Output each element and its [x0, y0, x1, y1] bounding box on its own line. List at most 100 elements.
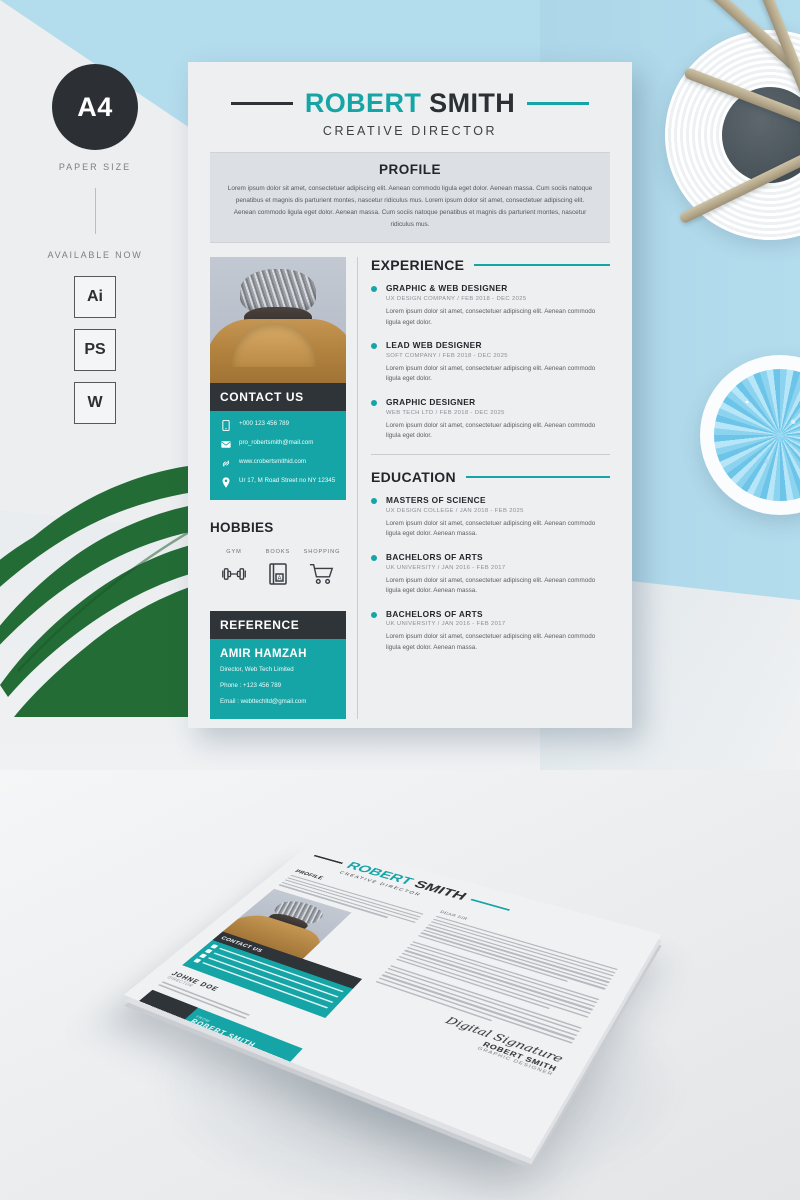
column-divider	[357, 257, 358, 719]
resume-page: ROBERT SMITH CREATIVE DIRECTOR PROFILE L…	[188, 62, 632, 728]
contact-row-website: www.crobertsmithid.com	[220, 458, 336, 469]
experience-item-title: GRAPHIC DESIGNER	[386, 397, 476, 408]
book-icon: A	[269, 563, 287, 586]
bullet-icon	[371, 611, 377, 618]
mail-icon	[204, 948, 214, 954]
contact-address: Ur 17, M Road Street no NY 12345	[239, 477, 336, 485]
experience-item-meta: SOFT COMPANY / FEB 2018 - DEC 2025	[386, 352, 508, 359]
contact-website: www.crobertsmithid.com	[239, 458, 307, 466]
bullet-icon	[371, 343, 377, 350]
experience-item: GRAPHIC DESIGNER WEB TECH LTD / FEB 2018…	[371, 397, 610, 442]
bullet-icon	[371, 286, 377, 293]
education-item-desc: Lorem ipsum dolor sit amet, consectetuer…	[386, 519, 596, 538]
experience-item-meta: WEB TECH LTD / FEB 2018 - DEC 2025	[386, 409, 505, 416]
contact-row-address: Ur 17, M Road Street no NY 12345	[220, 477, 336, 489]
leaf-icon	[0, 463, 220, 717]
header-rule-right	[527, 102, 590, 105]
last-name: SMITH	[429, 88, 516, 118]
software-badge-illustrator: Ai	[74, 276, 116, 318]
education-item: BACHELORS OF ARTS UK UNIVERSITY / JAN 20…	[371, 609, 610, 654]
top-scene: A4 PAPER SIZE AVAILABLE NOW Ai PS W ROBE…	[0, 0, 800, 770]
education-item-title: BACHELORS OF ARTS	[386, 552, 483, 562]
experience-item-title: GRAPHIC & WEB DESIGNER	[386, 283, 508, 294]
available-now-caption: AVAILABLE NOW	[47, 250, 143, 260]
heading-rule	[474, 264, 610, 267]
profile-title: PROFILE	[378, 162, 441, 177]
education-item-meta: UK UNIVERSITY / JAN 2016 - FEB 2017	[386, 621, 506, 628]
info-panel: A4 PAPER SIZE AVAILABLE NOW Ai PS W	[42, 64, 148, 424]
page-title: ROBERT SMITH	[305, 88, 515, 119]
education-item: MASTERS OF SCIENCE UX DESIGN COLLEGE / J…	[371, 495, 610, 540]
reference-title: REFERENCE	[210, 611, 346, 640]
hobbies-title: HOBBIES	[210, 520, 274, 536]
hobbies-section: HOBBIES GYM BOOKS A SHOPPING	[210, 520, 346, 591]
experience-item: LEAD WEB DESIGNER SOFT COMPANY / FEB 201…	[371, 340, 610, 385]
contact-row-phone: +000 123 456 789	[220, 420, 336, 432]
location-pin-icon	[220, 477, 231, 489]
bullet-icon	[371, 498, 377, 505]
header-rule-left	[230, 102, 293, 105]
profile-body: Lorem ipsum dolor sit amet, consectetuer…	[227, 185, 593, 228]
paper-size-badge: A4	[52, 64, 138, 150]
reference-email: Email : webttechltd@gmail.com	[220, 698, 307, 706]
experience-item-desc: Lorem ipsum dolor sit amet, consectetuer…	[386, 307, 596, 326]
salt-bowl-prop	[700, 355, 800, 515]
software-badge-label: W	[87, 394, 103, 411]
dumbbell-icon	[222, 568, 246, 581]
section-separator	[371, 454, 610, 456]
experience-item: GRAPHIC & WEB DESIGNER UX DESIGN COMPANY…	[371, 283, 610, 328]
experience-heading: EXPERIENCE	[371, 257, 610, 273]
link-icon	[199, 953, 208, 958]
education-item-desc: Lorem ipsum dolor sit amet, consectetuer…	[386, 633, 596, 652]
education-item: BACHELORS OF ARTS UK UNIVERSITY / JAN 20…	[371, 552, 610, 597]
paper-stack: ROBERT SMITH CREATIVE DIRECTOR PROFILE C…	[123, 799, 662, 1181]
paper-size-caption: PAPER SIZE	[58, 162, 132, 172]
location-pin-icon	[193, 957, 202, 963]
contact-row-email: pro_robertsmith@mail.com	[220, 439, 336, 450]
bullet-icon	[371, 555, 377, 561]
bullet-icon	[371, 400, 377, 407]
ribbed-pot-prop	[665, 30, 800, 240]
mail-icon	[220, 439, 231, 450]
monstera-leaf-prop	[0, 455, 220, 720]
experience-item-meta: UX DESIGN COMPANY / FEB 2018 - DEC 2025	[386, 295, 527, 302]
hobby-shopping: SHOPPING	[301, 549, 343, 591]
education-item-title: MASTERS OF SCIENCE	[386, 495, 486, 506]
resume-header: ROBERT SMITH	[210, 88, 610, 119]
contact-email: pro_robertsmith@mail.com	[239, 439, 314, 447]
contact-phone: +000 123 456 789	[239, 420, 290, 428]
experience-title: EXPERIENCE	[371, 257, 465, 274]
cart-icon	[309, 564, 334, 585]
education-item-meta: UK UNIVERSITY / JAN 2016 - FEB 2017	[386, 564, 506, 571]
mockup-stage: A4 PAPER SIZE AVAILABLE NOW Ai PS W ROBE…	[0, 0, 800, 1200]
education-title: EDUCATION	[371, 469, 456, 486]
blue-salt	[714, 369, 800, 501]
cover-header-rule-left	[313, 855, 344, 864]
software-badge-label: Ai	[87, 288, 103, 305]
reference-phone: Phone : +123 456 789	[220, 682, 282, 690]
experience-item-desc: Lorem ipsum dolor sit amet, consectetuer…	[386, 421, 596, 440]
contact-section: +000 123 456 789 pro_robertsmith@mail.co…	[210, 411, 346, 501]
software-badge-list: Ai PS W	[42, 276, 148, 424]
hobby-label: GYM	[226, 549, 242, 556]
experience-item-desc: Lorem ipsum dolor sit amet, consectetuer…	[386, 364, 596, 383]
photo-coat	[210, 319, 346, 384]
education-item-title: BACHELORS OF ARTS	[386, 608, 483, 619]
heading-rule	[465, 476, 610, 479]
vertical-divider	[94, 188, 96, 234]
job-role: CREATIVE DIRECTOR	[322, 124, 498, 138]
software-badge-word: W	[74, 382, 116, 424]
reference-name: AMIR HAMZAH	[220, 648, 307, 661]
bottom-scene: ROBERT SMITH CREATIVE DIRECTOR PROFILE C…	[0, 770, 800, 1200]
svg-text:A: A	[277, 576, 281, 582]
education-item-desc: Lorem ipsum dolor sit amet, consectetuer…	[386, 576, 596, 595]
resume-left-column: CONTACT US +000 123 456 789 pro_robertsm…	[210, 257, 346, 719]
education-heading: EDUCATION	[371, 469, 610, 485]
profile-photo	[210, 257, 346, 384]
hobby-books: BOOKS A	[257, 549, 299, 591]
phone-icon	[210, 943, 219, 949]
software-badge-label: PS	[84, 341, 106, 358]
hobby-label: SHOPPING	[303, 549, 341, 556]
education-item-meta: UX DESIGN COLLEGE / JAN 2018 - FEB 2025	[386, 507, 524, 514]
software-badge-photoshop: PS	[74, 329, 116, 371]
